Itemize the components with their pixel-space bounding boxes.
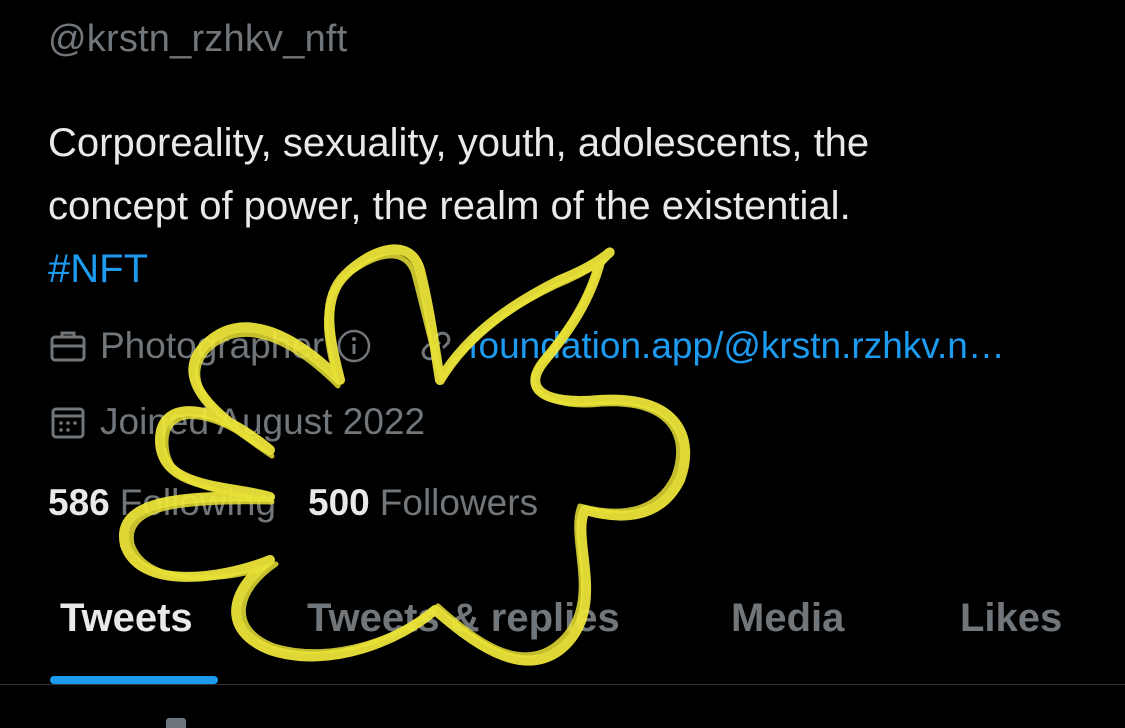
info-icon[interactable] [336,328,372,364]
followers-label: Followers [379,482,539,523]
profile-joined-row: Joined August 2022 [48,398,425,446]
calendar-icon [48,402,88,442]
profile-bio: Corporeality, sexuality, youth, adolesce… [48,112,1088,301]
followers-link[interactable]: 500 Followers [308,482,538,524]
briefcase-icon [48,326,88,366]
tab-tweets-and-replies[interactable]: Tweets & replies [307,596,620,641]
profile-website-link[interactable]: foundation.app/@krstn.rzhkv.n… [468,325,1005,367]
tab-tweets[interactable]: Tweets [60,596,193,641]
cutoff-icon [166,718,186,728]
profile-stats: 586 Following 500 Followers [48,482,570,524]
following-label: Following [119,482,277,523]
tabs-divider [0,684,1125,685]
link-icon [418,328,454,364]
tab-media[interactable]: Media [731,596,844,641]
followers-count: 500 [308,482,370,523]
bio-line-2: concept of power, the realm of the exist… [48,184,851,228]
profile-tabs: Tweets Tweets & replies Media Likes [0,588,1125,684]
following-link[interactable]: 586 Following [48,482,276,524]
profile-category: Photographer [100,325,325,366]
profile-meta-row: Photographer foundation.app/@krstn.rzhkv… [48,322,1005,370]
active-tab-indicator [50,676,218,684]
profile-joined-date: Joined August 2022 [100,401,426,442]
profile-handle: @krstn_rzhkv_nft [48,18,348,60]
bio-line-1: Corporeality, sexuality, youth, adolesce… [48,121,870,165]
following-count: 586 [48,482,110,523]
tab-likes[interactable]: Likes [960,596,1062,641]
bio-hashtag-link[interactable]: #NFT [48,238,1088,301]
